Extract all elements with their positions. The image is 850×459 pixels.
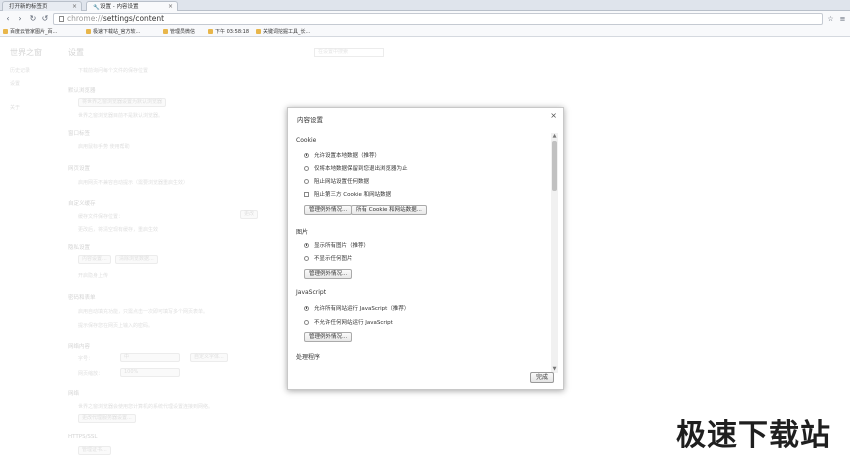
js-option-allow[interactable]: 允许所有网站运行 JavaScript（推荐）: [304, 304, 409, 312]
cookie-block-third-party[interactable]: 阻止第三方 Cookie 和网站数据: [304, 190, 391, 198]
radio-icon[interactable]: [304, 319, 309, 325]
section-title-images: 图片: [296, 229, 309, 236]
all-cookies-button[interactable]: 所有 Cookie 和网站数据...: [351, 205, 427, 215]
menu-icon[interactable]: ≡: [838, 14, 847, 24]
tab-new-tab-label: 打开新的标签页: [9, 4, 48, 10]
radio-selected-icon[interactable]: [304, 305, 309, 311]
dialog-scrollbar[interactable]: ▲ ▼: [551, 133, 558, 373]
bookmark-item[interactable]: 百度云管家图片_百...: [3, 28, 57, 36]
radio-selected-icon[interactable]: [304, 242, 309, 248]
watermark-logo: 极速下载站: [676, 418, 831, 453]
forward-arrow-icon[interactable]: ›: [15, 14, 25, 24]
folder-icon: [256, 28, 261, 34]
content-settings-dialog: 内容设置 × Cookie 允许设置本地数据（推荐） 仅将本地数据保留到您退出浏…: [287, 107, 564, 390]
url-scheme: chrome://: [67, 14, 103, 23]
folder-icon: [3, 28, 8, 34]
js-option-block[interactable]: 不允许任何网站运行 JavaScript: [304, 318, 393, 326]
tab-new-tab[interactable]: 打开新的标签页 ×: [2, 1, 82, 11]
radio-selected-icon[interactable]: [304, 152, 309, 158]
checkbox-icon[interactable]: [304, 191, 309, 197]
scroll-thumb[interactable]: [552, 141, 557, 191]
radio-icon[interactable]: [304, 255, 309, 261]
cookie-option-session[interactable]: 仅将本地数据保留到您退出浏览器为止: [304, 164, 408, 172]
bookmarks-bar: 百度云管家图片_百... 极速下载站_官方软... 管理员微信 下午 03:58…: [0, 27, 850, 37]
cookie-option-allow[interactable]: 允许设置本地数据（推荐）: [304, 151, 380, 159]
bookmark-item[interactable]: 极速下载站_官方软...: [86, 28, 140, 36]
address-bar[interactable]: chrome://settings/content: [53, 13, 823, 25]
toolbar: ‹ › ↻ ↺ chrome://settings/content ☆ ≡: [0, 11, 850, 27]
folder-icon: [86, 28, 91, 34]
page-icon: [59, 15, 64, 22]
undo-icon[interactable]: ↺: [40, 14, 50, 24]
bookmark-item[interactable]: 管理员微信: [163, 28, 195, 36]
wrench-icon: 🔧: [93, 4, 100, 11]
back-arrow-icon[interactable]: ‹: [3, 14, 13, 24]
folder-icon: [163, 28, 168, 34]
bookmark-item[interactable]: 下午 03:58:18: [208, 28, 249, 36]
radio-icon[interactable]: [304, 165, 309, 171]
tab-settings-label: 设置 - 内容设置: [100, 4, 139, 10]
bookmark-item[interactable]: 关键词挖掘工具_长...: [256, 28, 310, 36]
scroll-up-icon[interactable]: ▲: [551, 133, 558, 140]
close-icon[interactable]: ×: [168, 2, 173, 11]
section-title-cookie: Cookie: [296, 137, 317, 144]
tab-settings[interactable]: 🔧设置 - 内容设置 ×: [86, 1, 178, 11]
dialog-body: Cookie 允许设置本地数据（推荐） 仅将本地数据保留到您退出浏览器为止 阻止…: [288, 133, 565, 373]
section-title-javascript: JavaScript: [296, 289, 327, 296]
star-icon[interactable]: ☆: [826, 14, 835, 24]
cookie-manage-exceptions-button[interactable]: 管理例外情况...: [304, 205, 353, 215]
dialog-title: 内容设置: [297, 116, 323, 124]
folder-icon: [208, 28, 213, 34]
done-button[interactable]: 完成: [529, 372, 554, 383]
refresh-icon[interactable]: ↻: [28, 14, 38, 24]
images-option-hide[interactable]: 不显示任何图片: [304, 254, 353, 262]
section-title-handlers: 处理程序: [296, 354, 321, 361]
cookie-option-block[interactable]: 阻止网站设置任何数据: [304, 177, 369, 185]
tab-strip: 打开新的标签页 × 🔧设置 - 内容设置 ×: [0, 0, 850, 11]
images-manage-exceptions-button[interactable]: 管理例外情况...: [304, 269, 353, 279]
images-option-show[interactable]: 显示所有图片（推荐）: [304, 241, 369, 249]
close-icon[interactable]: ×: [550, 111, 557, 120]
radio-icon[interactable]: [304, 178, 309, 184]
close-icon[interactable]: ×: [72, 2, 77, 11]
js-manage-exceptions-button[interactable]: 管理例外情况...: [304, 332, 353, 342]
url-path: settings/content: [102, 14, 165, 23]
